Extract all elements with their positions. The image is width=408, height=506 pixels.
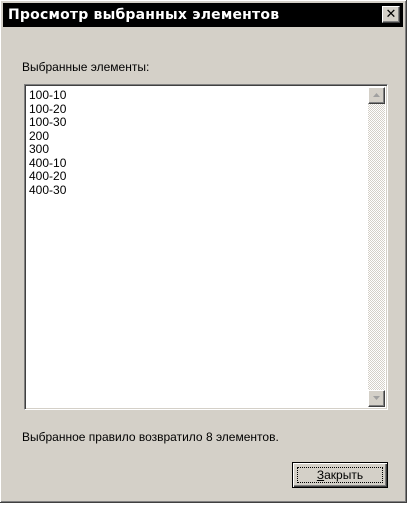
list-label: Выбранные элементы:	[22, 60, 150, 74]
list-item[interactable]: 100-10	[29, 88, 66, 103]
list-item[interactable]: 400-10	[29, 156, 66, 171]
list-item[interactable]: 200	[29, 129, 66, 144]
title-bar[interactable]: Просмотр выбранных элементов ✕	[3, 3, 403, 27]
window-title: Просмотр выбранных элементов	[8, 7, 280, 23]
focus-rectangle	[297, 467, 383, 483]
close-button[interactable]: Закрыть	[292, 462, 388, 488]
scroll-down-button[interactable]	[368, 390, 385, 407]
status-message: Выбранное правило возвратило 8 элементов…	[22, 430, 279, 444]
selected-items-dialog: Просмотр выбранных элементов ✕ Выбранные…	[0, 0, 407, 503]
scroll-up-button[interactable]	[368, 87, 385, 104]
window-close-button[interactable]: ✕	[382, 6, 400, 23]
list-item[interactable]: 300	[29, 142, 66, 157]
list-item[interactable]: 400-20	[29, 169, 66, 184]
selected-items-listbox[interactable]: 100-10 100-20 100-30 200 300 400-10 400-…	[24, 84, 388, 410]
list-item[interactable]: 100-30	[29, 115, 66, 130]
triangle-up-icon	[373, 93, 380, 97]
list-items: 100-10 100-20 100-30 200 300 400-10 400-…	[29, 88, 66, 198]
list-item[interactable]: 100-20	[29, 102, 66, 117]
close-icon: ✕	[385, 7, 397, 22]
list-item[interactable]: 400-30	[29, 183, 66, 198]
vertical-scrollbar[interactable]	[368, 87, 385, 407]
triangle-down-icon	[373, 396, 380, 400]
